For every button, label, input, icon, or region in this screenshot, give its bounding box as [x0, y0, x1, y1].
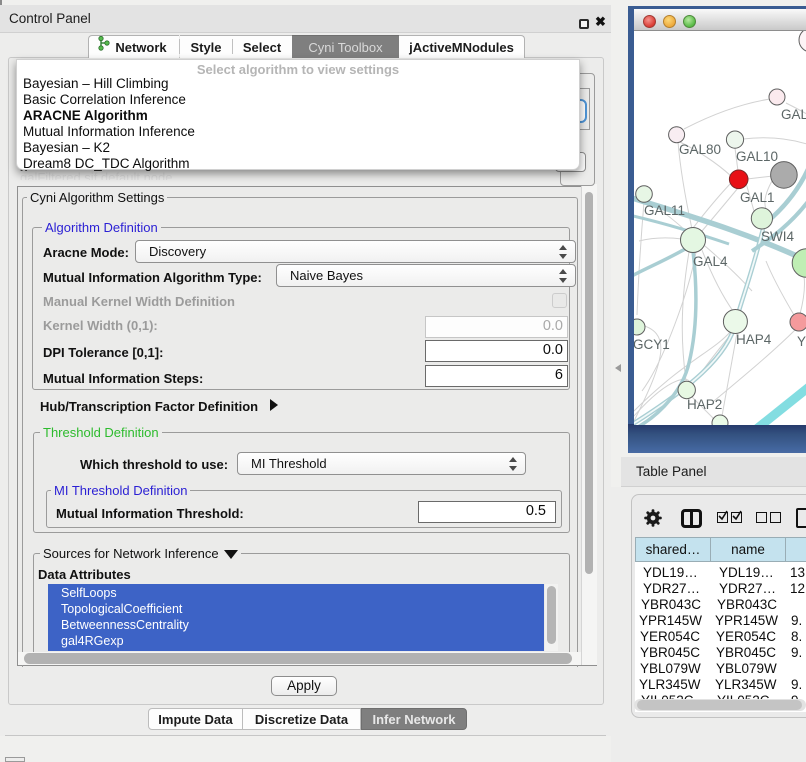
svg-text:GCY1: GCY1 [634, 337, 670, 352]
svg-text:SWI4: SWI4 [761, 229, 794, 244]
svg-text:GAL1: GAL1 [740, 190, 775, 205]
svg-text:Y: Y [797, 334, 806, 349]
svg-text:GAL80: GAL80 [679, 142, 721, 157]
svg-text:GAL7: GAL7 [781, 107, 806, 122]
svg-text:GAL4: GAL4 [693, 254, 728, 269]
svg-text:HAP4: HAP4 [736, 332, 772, 347]
svg-text:GAL11: GAL11 [644, 203, 685, 218]
svg-text:GAL10: GAL10 [736, 149, 778, 164]
svg-text:HAP2: HAP2 [687, 397, 722, 412]
